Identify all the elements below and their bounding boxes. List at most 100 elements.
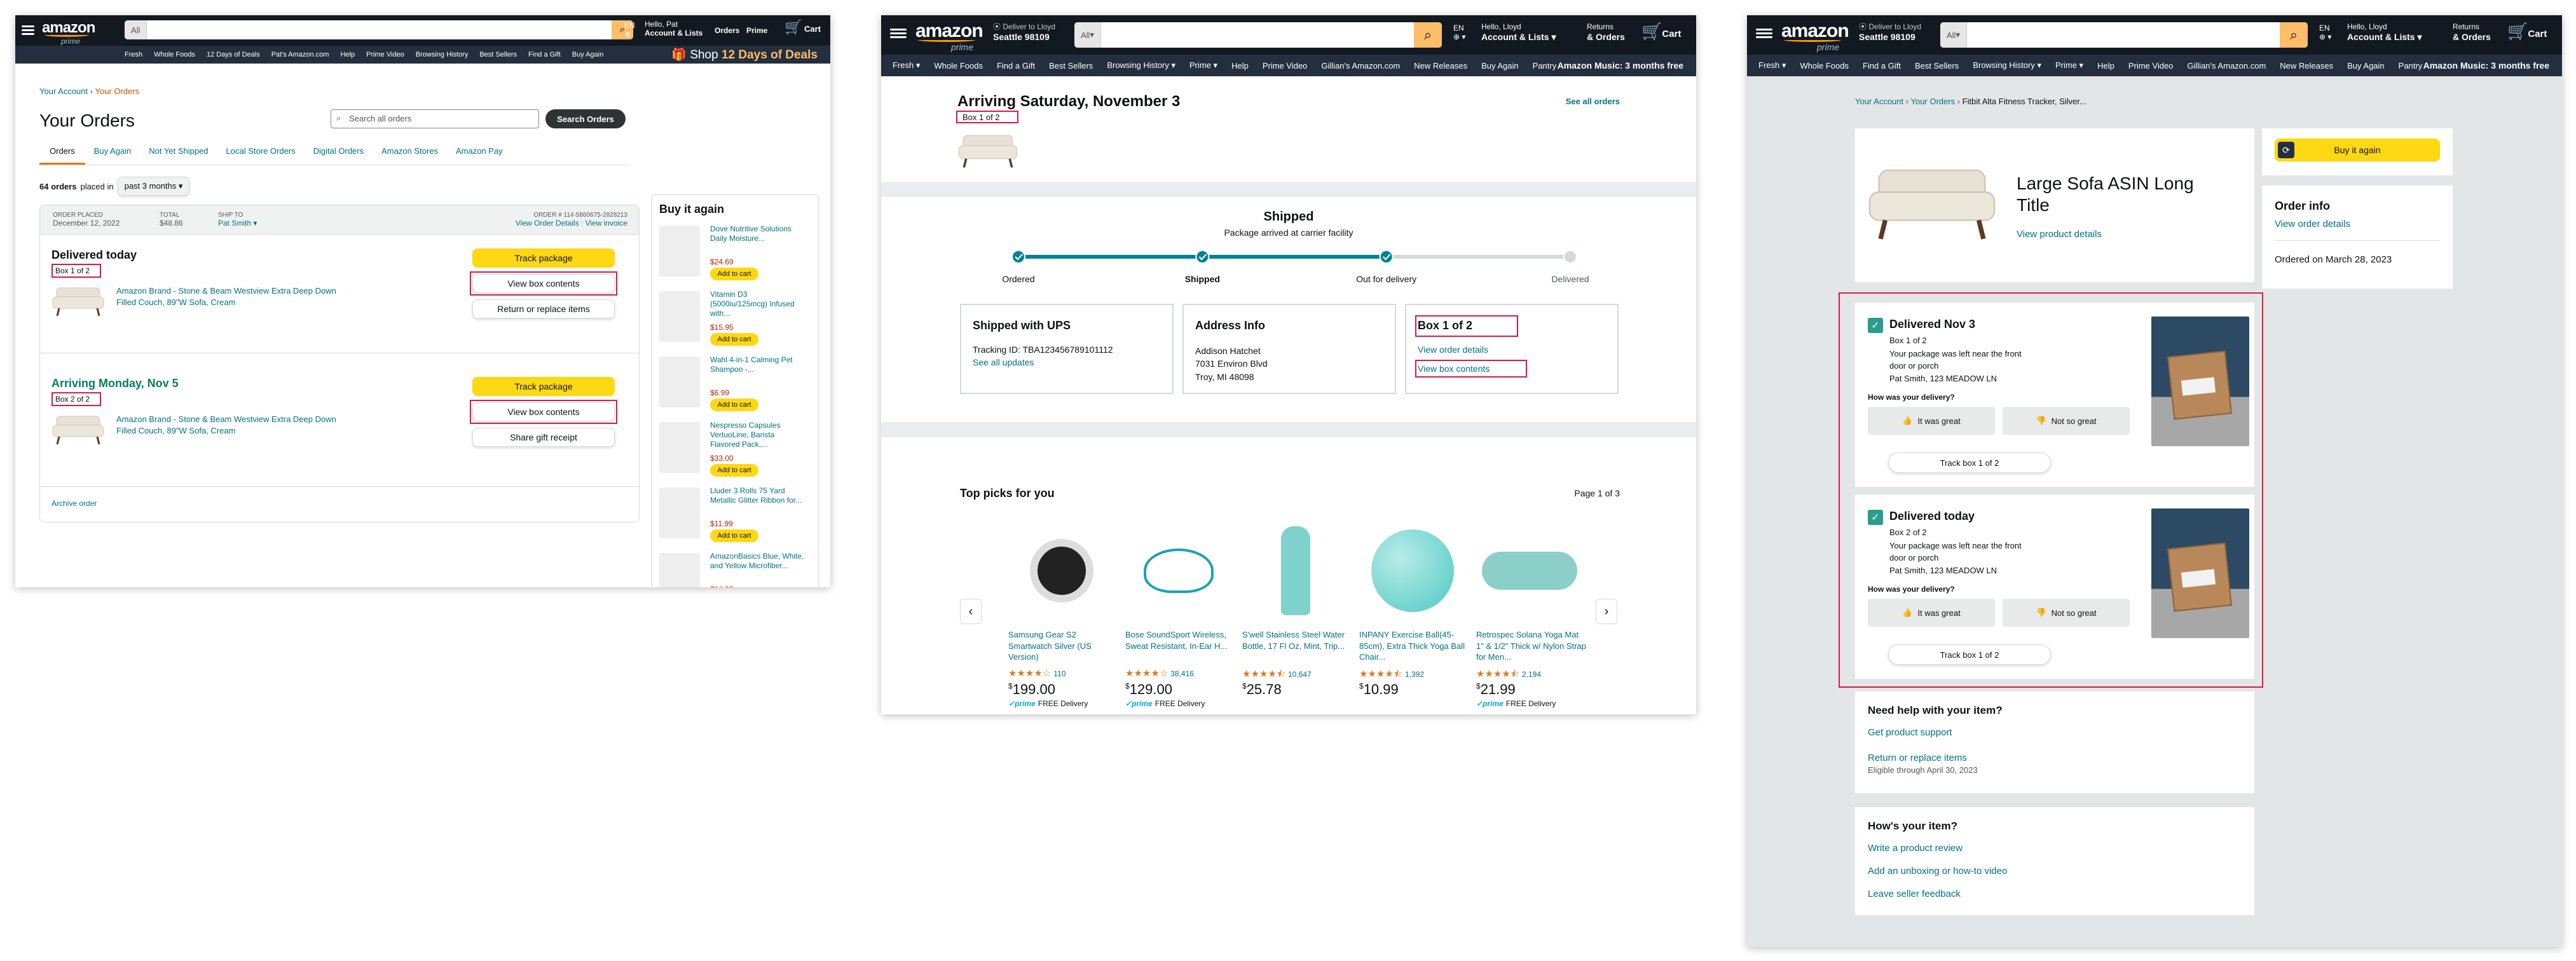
sofa-thumbnail[interactable] bbox=[957, 131, 1018, 169]
track-package-button[interactable]: Track package bbox=[472, 249, 615, 268]
tab-not-yet-shipped[interactable]: Not Yet Shipped bbox=[140, 146, 217, 165]
subnav-prime[interactable]: Prime ▾ bbox=[2055, 60, 2083, 71]
subnav-buy-again[interactable]: Buy Again bbox=[1481, 61, 1519, 71]
subnav-best-sellers[interactable]: Best Sellers bbox=[1049, 61, 1093, 71]
product-title-link[interactable]: Retrospec Solana Yoga Mat 1" & 1/2" Thic… bbox=[1476, 629, 1588, 663]
subnav-new-releases[interactable]: New Releases bbox=[1414, 61, 1467, 71]
subnav-whole-foods[interactable]: Whole Foods bbox=[934, 61, 983, 71]
track-box-button[interactable]: Track box 1 of 2 bbox=[1888, 644, 2051, 665]
search-orders-input[interactable]: ⌕ Search all orders bbox=[331, 109, 539, 128]
search-orders-button[interactable]: Search Orders bbox=[545, 109, 626, 128]
share-gift-receipt-button[interactable]: Share gift receipt bbox=[472, 428, 615, 447]
promo-text[interactable]: Amazon Music: 3 months free bbox=[1558, 60, 1683, 71]
sofa-thumbnail[interactable] bbox=[51, 412, 105, 446]
subnav-deals[interactable]: 12 Days of Deals bbox=[207, 51, 260, 58]
product-thumbnail[interactable] bbox=[659, 357, 700, 407]
cart-button[interactable]: 🛒 Cart bbox=[784, 19, 821, 36]
buy-again-product-link[interactable]: AmazonBasics Blue, White, and Yellow Mic… bbox=[710, 552, 805, 571]
add-to-cart-button[interactable]: Add to cart bbox=[710, 399, 758, 411]
subnav-prime-video[interactable]: Prime Video bbox=[1263, 61, 1308, 71]
account-menu[interactable]: Hello, Lloyd Account & Lists ▾ bbox=[1481, 22, 1556, 42]
view-order-details-link[interactable]: View Order Details bbox=[516, 219, 579, 228]
product-title-link[interactable]: Samsung Gear S2 Smartwatch Silver (US Ve… bbox=[1008, 629, 1120, 663]
view-order-details-link[interactable]: View order details bbox=[2275, 219, 2350, 229]
not-so-great-button[interactable]: 👎 Not so great bbox=[2003, 599, 2130, 627]
it-was-great-button[interactable]: 👍 It was great bbox=[1868, 407, 1995, 435]
breadcrumb-account[interactable]: Your Account bbox=[39, 86, 88, 96]
subnav-prime-video[interactable]: Prime Video bbox=[2128, 61, 2174, 71]
search-bar[interactable]: All ⌕ bbox=[125, 20, 633, 39]
see-all-orders-link[interactable]: See all orders bbox=[1566, 97, 1620, 106]
deliver-to[interactable]: ⦿ Deliver to Lloyd Seattle 98109 bbox=[1859, 22, 1921, 42]
search-bar[interactable]: All ▾ ⌕ bbox=[1074, 22, 1442, 48]
returns-orders[interactable]: Returns & Orders bbox=[1587, 22, 1625, 42]
seller-feedback-link[interactable]: Leave seller feedback bbox=[1868, 889, 1961, 899]
return-replace-link[interactable]: Return or replace items bbox=[1868, 753, 1967, 763]
cart-button[interactable]: 🛒Cart bbox=[2507, 22, 2547, 41]
delivery-photo[interactable] bbox=[2151, 508, 2249, 638]
search-dept-select[interactable]: All ▾ bbox=[1940, 22, 1967, 48]
star-rating[interactable]: ★★★★☆ 38,416 bbox=[1125, 667, 1194, 679]
menu-icon[interactable] bbox=[890, 27, 907, 41]
buy-again-button[interactable]: ⟳ Buy it again bbox=[2275, 139, 2440, 161]
deliver-to[interactable]: ⦿ Deliver to Lloyd Seattle 98109 bbox=[993, 22, 1055, 42]
product-image[interactable] bbox=[1362, 520, 1463, 622]
return-replace-button[interactable]: Return or replace items bbox=[472, 299, 615, 318]
breadcrumb-account[interactable]: Your Account bbox=[1855, 97, 1903, 106]
add-to-cart-button[interactable]: Add to cart bbox=[710, 333, 758, 346]
subnav-pantry[interactable]: Pantry bbox=[1533, 61, 1557, 71]
search-bar[interactable]: All ▾ ⌕ bbox=[1940, 22, 2308, 48]
subnav-buy-again[interactable]: Buy Again bbox=[572, 51, 604, 58]
subnav-prime-video[interactable]: Prime Video bbox=[366, 51, 404, 58]
subnav-pantry[interactable]: Pantry bbox=[2399, 61, 2423, 71]
buy-again-product-link[interactable]: Vitamin D3 (5000iu/125mcg) Infused with.… bbox=[710, 290, 805, 318]
promo-banner[interactable]: 🎁 Shop 12 Days of Deals bbox=[671, 47, 818, 62]
breadcrumb-orders[interactable]: Your Orders bbox=[95, 86, 139, 96]
subnav-fresh[interactable]: Fresh bbox=[125, 51, 142, 58]
track-package-button[interactable]: Track package bbox=[472, 377, 615, 396]
subnav-whole-foods[interactable]: Whole Foods bbox=[154, 51, 195, 58]
search-dept-select[interactable]: All bbox=[125, 20, 147, 39]
view-product-details-link[interactable]: View product details bbox=[2017, 229, 2102, 240]
subnav-gillians[interactable]: Gillian's Amazon.com bbox=[1321, 61, 1400, 71]
tab-orders[interactable]: Orders bbox=[39, 146, 85, 165]
product-image[interactable] bbox=[1479, 520, 1580, 622]
tab-buy-again[interactable]: Buy Again bbox=[85, 146, 140, 165]
subnav-new-releases[interactable]: New Releases bbox=[2280, 61, 2333, 71]
account-menu[interactable]: Hello, Pat Account & Lists bbox=[645, 20, 702, 38]
product-title-link[interactable]: S'well Stainless Steel Water Bottle, 17 … bbox=[1242, 629, 1354, 651]
search-icon[interactable]: ⌕ bbox=[1414, 22, 1442, 48]
amazon-logo[interactable]: amazon prime bbox=[915, 20, 983, 52]
tab-amazon-stores[interactable]: Amazon Stores bbox=[373, 146, 447, 165]
sofa-thumbnail[interactable] bbox=[51, 284, 105, 317]
sofa-image[interactable] bbox=[1867, 160, 1997, 243]
language-selector[interactable]: EN ⊕ ▾ bbox=[1453, 24, 1465, 42]
promo-text[interactable]: Amazon Music: 3 months free bbox=[2423, 60, 2549, 71]
product-thumbnail[interactable] bbox=[659, 422, 700, 473]
product-link[interactable]: Amazon Brand - Stone & Beam Westview Ext… bbox=[116, 285, 345, 308]
menu-icon[interactable] bbox=[1756, 27, 1772, 41]
product-thumbnail[interactable] bbox=[659, 487, 700, 538]
archive-order-link[interactable]: Archive order bbox=[51, 499, 97, 508]
subnav-find-gift[interactable]: Find a Gift bbox=[528, 51, 561, 58]
write-review-link[interactable]: Write a product review bbox=[1868, 843, 1963, 854]
subnav-find-gift[interactable]: Find a Gift bbox=[1863, 61, 1901, 71]
cart-button[interactable]: 🛒Cart bbox=[1641, 22, 1681, 41]
language-selector[interactable]: EN ⊕ bbox=[624, 21, 635, 39]
carousel-next-button[interactable]: › bbox=[1596, 599, 1617, 624]
add-to-cart-button[interactable]: Add to cart bbox=[710, 268, 758, 280]
product-thumbnail[interactable] bbox=[659, 553, 700, 587]
tab-digital[interactable]: Digital Orders bbox=[305, 146, 373, 165]
subnav-find-gift[interactable]: Find a Gift bbox=[997, 61, 1035, 71]
track-box-button[interactable]: Track box 1 of 2 bbox=[1888, 453, 2051, 473]
subnav-whole-foods[interactable]: Whole Foods bbox=[1800, 61, 1849, 71]
see-all-updates-link[interactable]: See all updates bbox=[973, 357, 1034, 367]
subnav-best-sellers[interactable]: Best Sellers bbox=[479, 51, 517, 58]
subnav-buy-again[interactable]: Buy Again bbox=[2347, 61, 2385, 71]
it-was-great-button[interactable]: 👍 It was great bbox=[1868, 599, 1995, 627]
tab-local-store[interactable]: Local Store Orders bbox=[217, 146, 305, 165]
subnav-browsing-history[interactable]: Browsing History ▾ bbox=[1973, 60, 2041, 71]
subnav-gillians[interactable]: Gillian's Amazon.com bbox=[2187, 61, 2266, 71]
buy-again-product-link[interactable]: Lluder 3 Rolls 75 Yard Metallic Glitter … bbox=[710, 486, 805, 505]
product-thumbnail[interactable] bbox=[659, 291, 700, 342]
